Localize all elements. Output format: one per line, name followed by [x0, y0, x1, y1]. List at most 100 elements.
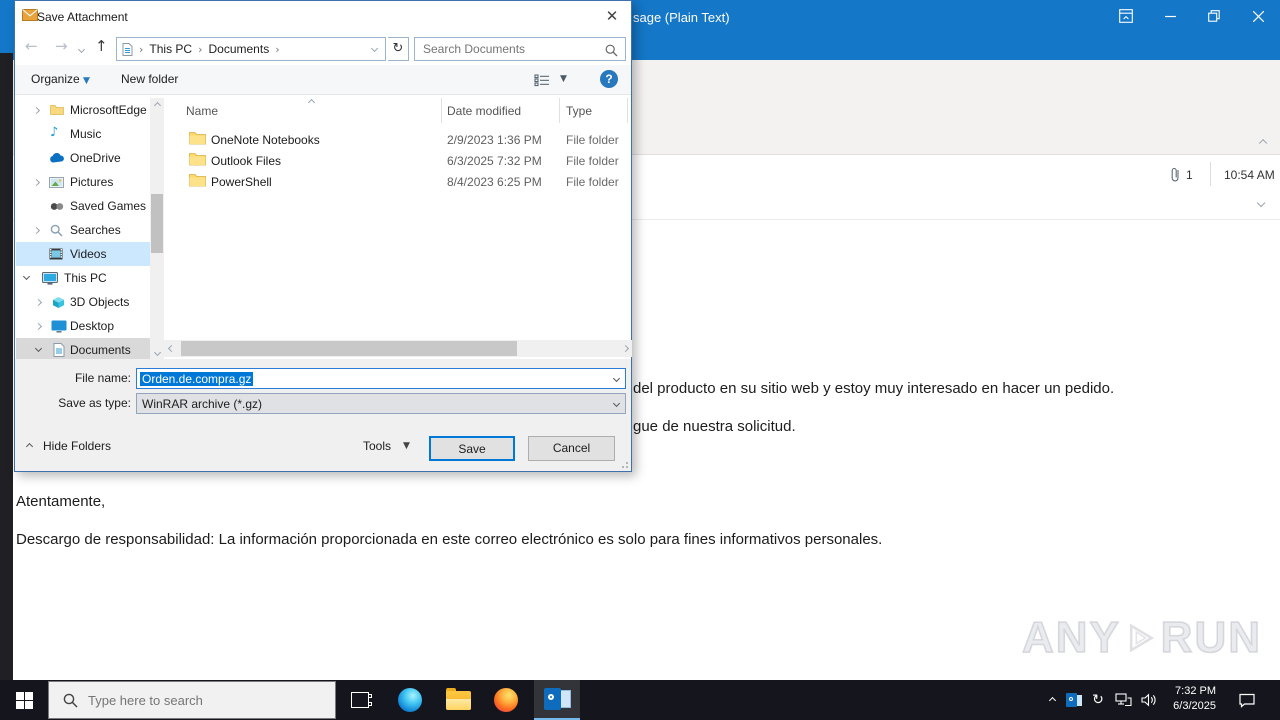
file-name-value[interactable]: Orden.de.compra.gz [140, 371, 254, 386]
close-window-button[interactable] [1236, 0, 1280, 32]
tray-volume-button[interactable] [1136, 680, 1162, 720]
column-header-date-modified[interactable]: Date modified [447, 104, 521, 118]
dialog-close-button[interactable]: ✕ [603, 7, 621, 25]
scrollbar-thumb[interactable] [151, 194, 163, 253]
task-view-button[interactable] [336, 680, 384, 720]
file-name-dropdown-chevron-icon[interactable] [612, 374, 621, 383]
sidebar-scrollbar[interactable] [150, 98, 164, 359]
search-box[interactable] [414, 37, 626, 61]
ribbon-collapse-chevron-icon[interactable] [1258, 138, 1268, 148]
action-center-button[interactable] [1230, 680, 1264, 720]
taskbar-search-box[interactable] [48, 681, 336, 719]
hide-folders-button[interactable]: Hide Folders [43, 439, 111, 453]
ribbon-display-options-button[interactable] [1104, 0, 1148, 32]
sidebar-item-pictures[interactable]: Pictures [16, 170, 150, 194]
tray-show-hidden-icons-button[interactable] [1040, 680, 1064, 720]
help-button[interactable]: ? [600, 70, 618, 88]
tray-outlook-button[interactable] [1062, 680, 1086, 720]
file-row-name[interactable]: Outlook Files [211, 154, 281, 168]
expander-chevron-icon[interactable] [34, 322, 43, 330]
taskbar-clock-date[interactable]: 6/3/2025 [1164, 700, 1216, 712]
organize-button[interactable]: Organize ▼ [31, 72, 90, 86]
taskbar-clock-time[interactable]: 7:32 PM [1164, 685, 1216, 697]
view-mode-dropdown-icon[interactable]: ▼ [560, 74, 567, 84]
scroll-right-button[interactable] [618, 340, 632, 357]
new-folder-button[interactable]: New folder [121, 72, 178, 86]
breadcrumb-separator-icon: › [275, 42, 280, 56]
taskbar-firefox-button[interactable] [484, 680, 528, 720]
refresh-button[interactable]: ↻ [388, 37, 409, 61]
address-dropdown-chevron-icon[interactable] [370, 44, 379, 53]
restore-icon [1208, 10, 1220, 22]
file-row-date[interactable]: 8/4/2023 6:25 PM [447, 175, 542, 189]
file-row-type[interactable]: File folder [566, 133, 619, 147]
sidebar-item-desktop[interactable]: Desktop [16, 314, 150, 338]
taskbar-outlook-button[interactable] [534, 680, 580, 720]
column-divider[interactable] [559, 98, 560, 123]
sidebar-item-this-pc[interactable]: This PC [16, 266, 150, 290]
scroll-up-button[interactable] [150, 98, 164, 112]
save-as-type-value: WinRAR archive (*.gz) [142, 396, 263, 411]
sidebar-item-microsoftedge[interactable]: MicrosoftEdge [16, 98, 150, 122]
received-time: 10:54 AM [1224, 168, 1275, 182]
sidebar-item-label: This PC [64, 271, 107, 285]
column-header-type[interactable]: Type [566, 104, 592, 118]
start-button[interactable] [0, 680, 48, 720]
recent-locations-chevron-icon[interactable] [77, 45, 86, 54]
up-button[interactable]: ↑ [95, 37, 108, 55]
tools-button[interactable]: Tools [363, 439, 391, 453]
cancel-button[interactable]: Cancel [528, 436, 615, 461]
header-divider [1210, 162, 1211, 186]
tools-dropdown-icon[interactable]: ▼ [403, 441, 410, 451]
taskbar-file-explorer-button[interactable] [436, 680, 480, 720]
file-row-name[interactable]: OneNote Notebooks [211, 133, 320, 147]
taskbar-search-input[interactable] [88, 692, 298, 708]
view-mode-button[interactable] [534, 74, 550, 90]
file-row-date[interactable]: 2/9/2023 1:36 PM [447, 133, 542, 147]
address-bar[interactable]: › This PC › Documents › [116, 37, 386, 61]
back-button[interactable]: ← [25, 37, 38, 55]
sidebar-item-3d-objects[interactable]: 3D Objects [16, 290, 150, 314]
breadcrumb-documents[interactable]: Documents [209, 42, 270, 56]
scroll-left-button[interactable] [164, 340, 178, 357]
forward-button[interactable]: → [55, 37, 68, 55]
save-button[interactable]: Save [429, 436, 515, 461]
sidebar-item-label: Searches [70, 223, 121, 237]
expander-chevron-icon[interactable] [22, 272, 31, 281]
tray-sync-button[interactable]: ↻ [1086, 680, 1110, 720]
sidebar-item-videos[interactable]: Videos [16, 242, 150, 266]
file-row-name[interactable]: PowerShell [211, 175, 272, 189]
save-as-type-combobox[interactable]: WinRAR archive (*.gz) [136, 393, 626, 414]
save-as-type-dropdown-chevron-icon[interactable] [612, 399, 621, 408]
file-row-date[interactable]: 6/3/2025 7:32 PM [447, 154, 542, 168]
file-row-type[interactable]: File folder [566, 175, 619, 189]
scrollbar-thumb[interactable] [181, 341, 517, 356]
column-divider[interactable] [441, 98, 442, 123]
taskbar-edge-button[interactable] [388, 680, 432, 720]
sidebar-item-searches[interactable]: Searches [16, 218, 150, 242]
file-row-type[interactable]: File folder [566, 154, 619, 168]
tray-network-button[interactable] [1110, 680, 1136, 720]
file-list-scrollbar[interactable] [164, 340, 632, 357]
header-expand-chevron-icon[interactable] [1256, 198, 1266, 208]
expander-chevron-icon[interactable] [32, 226, 41, 234]
scroll-down-button[interactable] [150, 345, 164, 359]
sidebar-item-saved-games[interactable]: Saved Games [16, 194, 150, 218]
network-icon [1114, 693, 1132, 707]
search-input[interactable] [423, 39, 603, 59]
expander-chevron-icon[interactable] [32, 106, 41, 114]
attachment-count[interactable]: 1 [1186, 168, 1193, 182]
sidebar-item-onedrive[interactable]: OneDrive [16, 146, 150, 170]
resize-grip[interactable] [619, 459, 628, 468]
expander-chevron-icon[interactable] [34, 298, 43, 306]
breadcrumb-this-pc[interactable]: This PC [149, 42, 192, 56]
email-body-line: Atentamente, [16, 493, 106, 510]
column-divider[interactable] [627, 98, 628, 123]
expander-chevron-icon[interactable] [34, 344, 43, 353]
expander-chevron-icon[interactable] [32, 178, 41, 186]
sidebar-item-music[interactable]: ♪ Music [16, 122, 150, 146]
column-header-name[interactable]: Name [186, 104, 218, 118]
minimize-button[interactable] [1148, 0, 1192, 32]
file-name-combobox[interactable]: Orden.de.compra.gz [136, 368, 626, 389]
restore-button[interactable] [1192, 0, 1236, 32]
